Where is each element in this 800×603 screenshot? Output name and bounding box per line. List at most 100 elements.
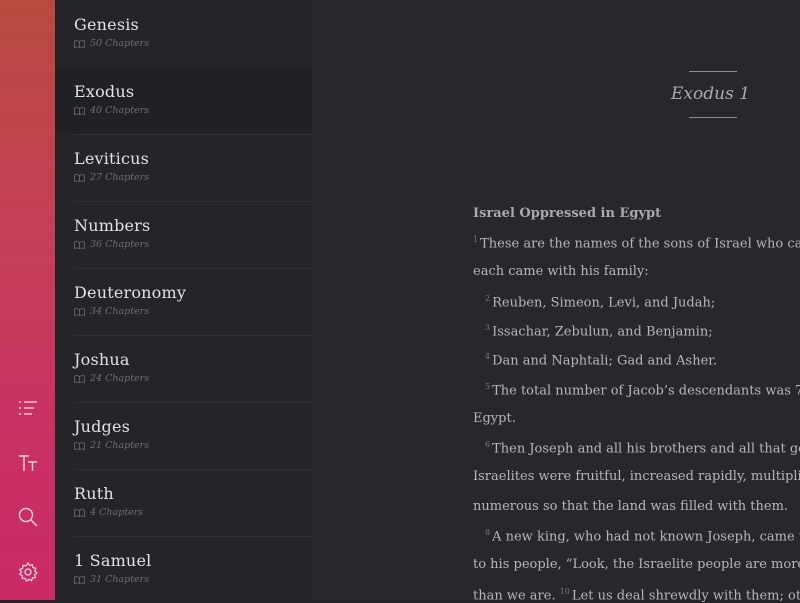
book-list: Genesis 50 Chapters Exodus 40 Chapters Levit…	[55, 0, 312, 600]
verse-line: than we are. 10 Let us deal shrewdly with…	[473, 587, 800, 603]
settings-button[interactable]	[12, 556, 44, 588]
book-chapter-info: 31 Chapters	[74, 574, 149, 585]
book-item[interactable]: Joshua 24 Chapters	[55, 335, 312, 403]
book-item-content: Judges 21 Chapters	[74, 402, 312, 470]
book-icon	[74, 240, 85, 249]
book-item-content: Exodus 40 Chapters	[74, 67, 312, 135]
book-item-content: Genesis 50 Chapters	[74, 0, 312, 68]
verse-text: These are the names of the sons of Israe…	[480, 236, 800, 252]
book-item[interactable]: Leviticus 27 Chapters	[55, 134, 312, 202]
verse-text: Egypt.	[473, 410, 516, 426]
book-chapter-info: 24 Chapters	[74, 373, 149, 384]
verse-text: Let us deal shrewdly with them; other	[571, 587, 800, 603]
verse-text: Then Joseph and all his brothers and all…	[492, 441, 800, 457]
search-icon	[18, 507, 38, 527]
verse-number: 4	[485, 352, 491, 362]
book-item[interactable]: Numbers 36 Chapters	[55, 201, 312, 269]
sidebar-rail	[0, 0, 55, 600]
book-icon	[74, 106, 85, 115]
book-chapter-info: 40 Chapters	[74, 105, 149, 116]
book-chapter-info: 50 Chapters	[74, 38, 149, 49]
verse-text: The total number of Jacob’s descendants …	[492, 382, 800, 398]
book-icon	[74, 39, 85, 48]
verse-number: 2	[485, 293, 491, 303]
list-icon	[19, 401, 37, 415]
font-size-button[interactable]	[12, 447, 44, 479]
verse-line: each came with his family:	[473, 264, 649, 279]
verse-line: 3 Issachar, Zebulun, and Benjamin;	[485, 323, 713, 339]
verse-number: 10	[559, 586, 570, 596]
verse-line: 8A new king, who had not known Joseph, c…	[485, 528, 800, 544]
verse-text: A new king, who had not known Joseph, ca…	[492, 529, 800, 545]
book-chapter-info: 36 Chapters	[74, 239, 149, 250]
verse-number: 5	[485, 381, 491, 391]
book-icon	[74, 173, 85, 182]
book-chapter-count: 27 Chapters	[90, 172, 150, 183]
book-icon	[74, 374, 85, 383]
font-size-icon	[19, 455, 37, 471]
verse-line: to his people, “Look, the Israelite peop…	[473, 557, 800, 572]
book-chapter-count: 4 Chapters	[90, 507, 144, 518]
book-chapter-count: 40 Chapters	[90, 105, 150, 116]
book-icon	[74, 307, 85, 316]
book-item[interactable]: Judges 21 Chapters	[55, 402, 312, 470]
book-item-content: Joshua 24 Chapters	[74, 335, 312, 403]
book-name: Exodus	[74, 82, 135, 101]
book-chapter-count: 31 Chapters	[90, 574, 150, 585]
verse-number: 8	[485, 528, 491, 537]
verse-number: 1	[473, 235, 479, 244]
book-item[interactable]: Genesis 50 Chapters	[55, 0, 312, 68]
section-heading: Israel Oppressed in Egypt	[473, 206, 662, 221]
book-item-content: Leviticus 27 Chapters	[74, 134, 312, 202]
book-chapter-count: 21 Chapters	[90, 440, 150, 451]
book-chapter-info: 4 Chapters	[74, 507, 143, 518]
book-item[interactable]: Deuteronomy 34 Chapters	[55, 268, 312, 336]
settings-icon	[19, 562, 38, 582]
book-chapter-info: 34 Chapters	[74, 306, 149, 317]
chapter-title: Exodus 1	[671, 84, 751, 104]
contents-button[interactable]	[12, 392, 44, 424]
book-item[interactable]: 1 Samuel 31 Chapters	[55, 536, 312, 600]
book-name: Leviticus	[74, 149, 150, 168]
title-rule-bottom	[689, 117, 737, 118]
verse-text: numerous so that the land was filled wit…	[473, 498, 789, 514]
book-name: Ruth	[74, 484, 114, 503]
book-chapter-count: 24 Chapters	[90, 373, 150, 384]
book-name: Genesis	[74, 15, 139, 34]
verse-text: Issachar, Zebulun, and Benjamin;	[492, 324, 713, 340]
book-item-content: Numbers 36 Chapters	[74, 201, 312, 269]
verse-text: than we are.	[473, 587, 560, 603]
verse-line: 6 Then Joseph and all his brothers and al…	[485, 440, 800, 456]
verse-line: 5 The total number of Jacob’s descendants…	[485, 382, 800, 398]
verse-line: 1 These are the names of the sons of Isra…	[473, 235, 800, 251]
verse-line: numerous so that the land was filled wit…	[473, 499, 788, 514]
verse-text: Israelites were fruitful, increased rapi…	[473, 469, 800, 485]
book-item-content: Deuteronomy 34 Chapters	[74, 268, 312, 336]
title-rule-top	[689, 71, 737, 72]
book-chapter-count: 34 Chapters	[90, 306, 150, 317]
book-name: Deuteronomy	[74, 283, 187, 302]
book-chapter-count: 36 Chapters	[90, 239, 150, 250]
book-icon	[74, 441, 85, 450]
verse-line: 4 Dan and Naphtali; Gad and Asher.	[485, 352, 717, 368]
verse-number: 6	[485, 440, 491, 450]
book-chapter-info: 21 Chapters	[74, 440, 149, 451]
verse-line: 2 Reuben, Simeon, Levi, and Judah;	[485, 294, 715, 310]
verse-text: Dan and Naphtali; Gad and Asher.	[492, 353, 718, 369]
book-name: Judges	[74, 417, 131, 436]
book-name: Numbers	[74, 216, 151, 235]
verse-text: each came with his family:	[473, 264, 649, 280]
book-item-content: Ruth 4 Chapters	[74, 469, 312, 537]
verse-line: Egypt.	[473, 411, 516, 426]
book-chapter-info: 27 Chapters	[74, 172, 149, 183]
book-icon	[74, 508, 85, 517]
book-item[interactable]: Ruth 4 Chapters	[55, 469, 312, 537]
book-item-content: 1 Samuel 31 Chapters	[74, 536, 312, 600]
verse-line: Israelites were fruitful, increased rapi…	[473, 469, 800, 484]
verse-number: 3	[485, 322, 491, 332]
verse-text: to his people, “Look, the Israelite peop…	[473, 557, 800, 573]
book-name: Joshua	[74, 350, 130, 369]
book-chapter-count: 50 Chapters	[90, 38, 150, 49]
book-item[interactable]: Exodus 40 Chapters	[55, 67, 312, 135]
search-button[interactable]	[12, 501, 44, 533]
